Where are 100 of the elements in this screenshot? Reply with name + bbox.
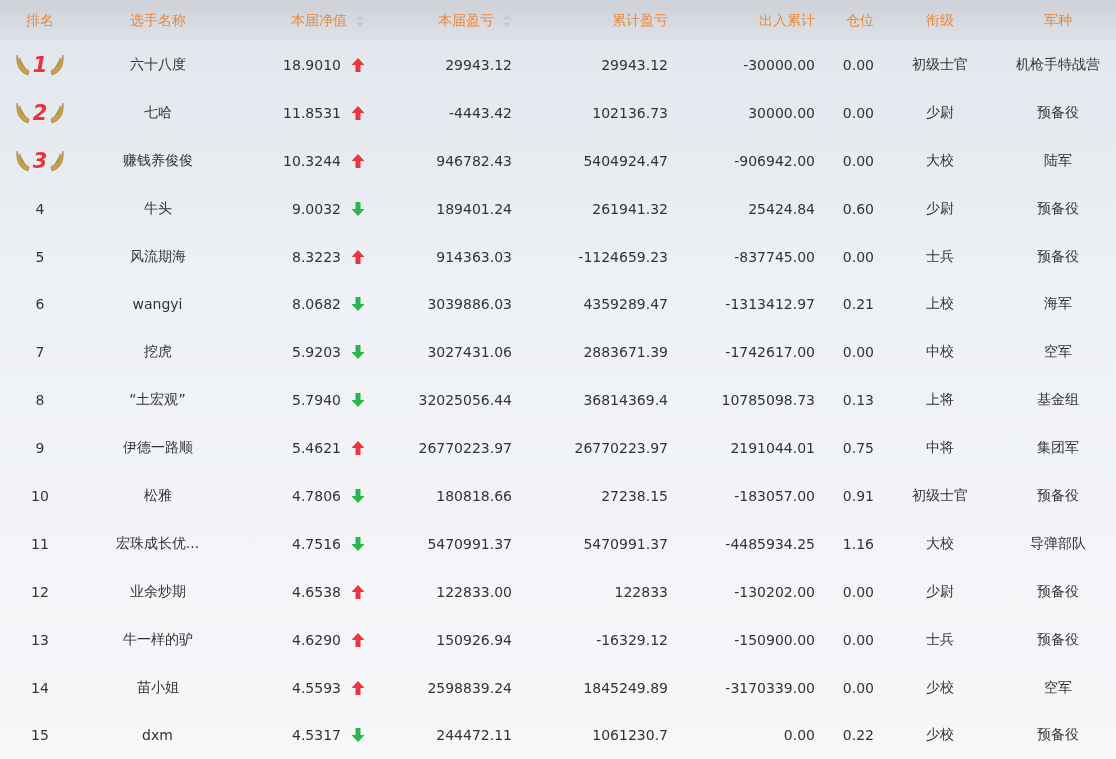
table-cell: 初级士官: [912, 486, 968, 505]
rank-number: 13: [31, 631, 49, 648]
table-cell: 0.00: [842, 104, 874, 121]
player-name[interactable]: 风流期海: [129, 247, 186, 266]
table-cell: 士兵: [926, 247, 954, 266]
table-cell: 少校: [926, 678, 954, 697]
rank-number: 9: [35, 440, 45, 457]
rank-number: 15: [31, 727, 49, 744]
table-cell: 11.8531: [283, 104, 341, 121]
table-cell: 少尉: [926, 199, 954, 218]
table-cell: 5.4621: [292, 440, 341, 457]
rank-number: 7: [35, 344, 45, 361]
table-cell: 261941.32: [592, 200, 668, 217]
table-cell: 0.00: [783, 727, 815, 744]
table-cell: 0.60: [842, 200, 874, 217]
player-name[interactable]: dxm: [142, 727, 173, 744]
table-cell: 30000.00: [748, 104, 815, 121]
rank-number: 11: [31, 535, 49, 552]
table-cell: 1.16: [842, 535, 874, 552]
table-cell: 4.7516: [292, 535, 341, 552]
rank-number: 4: [35, 200, 45, 217]
table-cell: 102136.73: [592, 104, 668, 121]
rank-number: 10: [31, 487, 49, 504]
table-cell: 10785098.73: [721, 392, 815, 409]
wing-icon: [14, 100, 30, 126]
table-cell: -1124659.23: [578, 248, 668, 265]
table-cell: -150900.00: [734, 631, 815, 648]
table-cell: 5.7940: [292, 392, 341, 409]
table-cell: 0.13: [842, 392, 874, 409]
table-cell: 5404924.47: [583, 152, 668, 169]
table-cell: 0.22: [842, 727, 874, 744]
table-cell: 大校: [926, 151, 954, 170]
table-cell: -4485934.25: [725, 535, 815, 552]
table-cell: 4.7806: [292, 487, 341, 504]
table-cell: 陆军: [1044, 151, 1072, 170]
wing-icon: [50, 52, 66, 78]
table-cell: 空军: [1044, 678, 1072, 697]
player-name[interactable]: 六十八度: [129, 55, 186, 74]
table-cell: 上校: [926, 295, 954, 314]
player-name[interactable]: 松雅: [143, 486, 172, 505]
player-name[interactable]: 牛头: [143, 199, 172, 218]
player-name[interactable]: 苗小姐: [136, 678, 179, 697]
table-cell: 预备役: [1037, 726, 1079, 745]
table-cell: 空军: [1044, 343, 1072, 362]
table-cell: 0.00: [842, 583, 874, 600]
table-cell: -4443.42: [449, 104, 512, 121]
table-cell: 29943.12: [601, 56, 668, 73]
table-cell: 大校: [926, 534, 954, 553]
table-cell: 基金组: [1037, 391, 1079, 410]
table-cell: 预备役: [1037, 630, 1079, 649]
player-name[interactable]: 赚钱养俊俊: [122, 151, 193, 170]
table-cell: 0.91: [842, 487, 874, 504]
rank-number: 2: [32, 100, 48, 125]
table-cell: -16329.12: [596, 631, 668, 648]
table-cell: 3039886.03: [427, 296, 512, 313]
table-cell: 预备役: [1037, 103, 1079, 122]
table-cell: 26770223.97: [418, 440, 512, 457]
table-cell: 5.9203: [292, 344, 341, 361]
table-cell: 上将: [926, 391, 954, 410]
table-cell: -837745.00: [734, 248, 815, 265]
player-name[interactable]: 伊德一路顺: [122, 439, 193, 458]
rank-number: 5: [35, 248, 45, 265]
table-cell: 189401.24: [436, 200, 512, 217]
table-cell: 0.75: [842, 440, 874, 457]
table-cell: 914363.03: [436, 248, 512, 265]
table-cell: 集团军: [1037, 439, 1079, 458]
table-cell: 中将: [926, 439, 954, 458]
table-cell: 中校: [926, 343, 954, 362]
rank-number: 8: [35, 392, 45, 409]
table-cell: 0.00: [842, 631, 874, 648]
table-cell: 29943.12: [445, 56, 512, 73]
table-cell: 0.21: [842, 296, 874, 313]
player-name[interactable]: 业余炒期: [129, 582, 186, 601]
player-name[interactable]: “土宏观”: [129, 391, 186, 410]
player-name[interactable]: wangyi: [132, 296, 183, 313]
table-cell: 导弹部队: [1030, 534, 1086, 553]
table-cell: -130202.00: [734, 583, 815, 600]
table-cell: 2598839.24: [427, 679, 512, 696]
table-cell: -183057.00: [734, 487, 815, 504]
table-cell: 4.6538: [292, 583, 341, 600]
table-cell: 26770223.97: [574, 440, 668, 457]
table-cell: 5470991.37: [583, 535, 668, 552]
table-cell: 150926.94: [436, 631, 512, 648]
player-name[interactable]: 挖虎: [143, 343, 172, 362]
table-cell: 244472.11: [436, 727, 512, 744]
table-cell: 4.5317: [292, 727, 341, 744]
rank-number: 6: [35, 296, 45, 313]
player-name[interactable]: 宏珠成长优...: [115, 534, 200, 553]
table-cell: -1742617.00: [725, 344, 815, 361]
rank-number: 3: [32, 148, 48, 173]
table-cell: 8.0682: [292, 296, 341, 313]
table-cell: 3027431.06: [427, 344, 512, 361]
player-name[interactable]: 牛一样的驴: [122, 630, 193, 649]
table-cell: 4.6290: [292, 631, 341, 648]
player-name[interactable]: 七哈: [143, 103, 172, 122]
table-cell: 0.00: [842, 56, 874, 73]
table-cell: -30000.00: [743, 56, 815, 73]
table-cell: 122833.00: [436, 583, 512, 600]
table-cell: 122833: [614, 583, 668, 600]
wing-icon: [50, 148, 66, 174]
